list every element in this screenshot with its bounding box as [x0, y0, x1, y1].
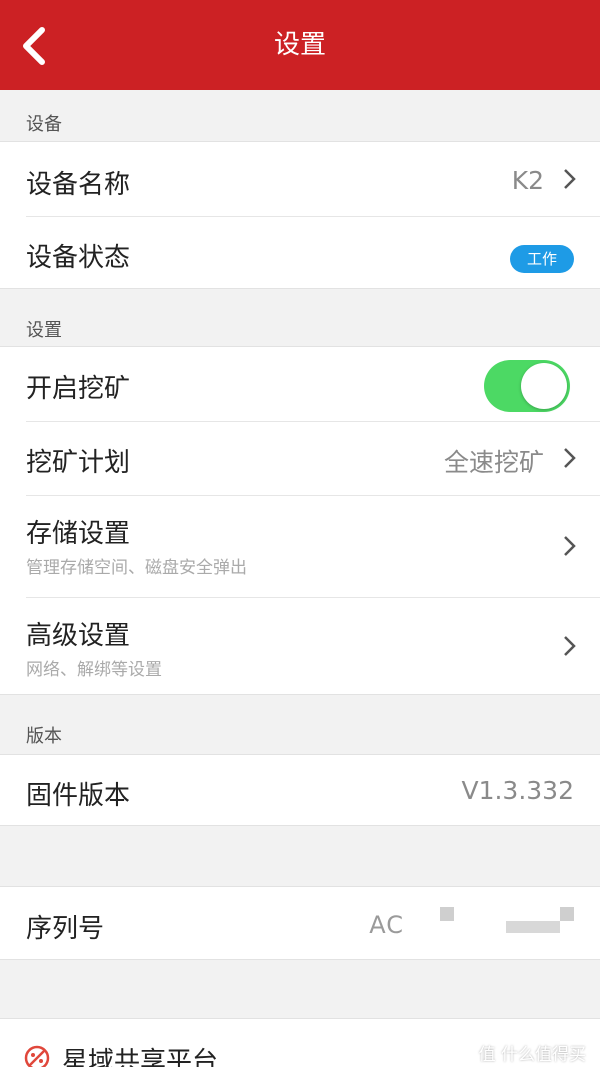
- storage-settings-subtitle: 管理存储空间、磁盘安全弹出: [26, 558, 247, 578]
- firmware-value: V1.3.332: [461, 776, 574, 805]
- device-status-row: 设备状态 工作: [0, 216, 600, 288]
- section-label-device: 设备: [26, 114, 62, 135]
- advanced-settings-title: 高级设置: [26, 621, 131, 651]
- advanced-settings-row[interactable]: 高级设置 网络、解绑等设置: [0, 597, 600, 695]
- status-badge: 工作: [510, 245, 574, 273]
- redaction-mark: [440, 907, 454, 921]
- chevron-right-icon: [564, 636, 576, 656]
- device-name-title: 设备名称: [26, 170, 131, 200]
- storage-settings-title: 存储设置: [26, 519, 131, 549]
- mining-plan-title: 挖矿计划: [26, 448, 131, 478]
- chevron-right-icon: [564, 536, 576, 556]
- shared-platform-icon: [24, 1045, 50, 1067]
- device-status-title: 设备状态: [26, 243, 131, 273]
- section-label-settings: 设置: [26, 320, 62, 341]
- device-group: 设备名称 K2 设备状态 工作: [0, 141, 600, 289]
- chevron-right-icon: [564, 169, 576, 189]
- serial-group: 序列号 AC: [0, 886, 600, 960]
- firmware-group: 固件版本 V1.3.332: [0, 754, 600, 826]
- redaction-mark: [560, 907, 574, 921]
- firmware-title: 固件版本: [26, 781, 131, 811]
- page-title: 设置: [273, 30, 326, 60]
- device-name-value: K2: [511, 166, 544, 195]
- chevron-right-icon: [564, 448, 576, 468]
- firmware-row: 固件版本 V1.3.332: [0, 755, 600, 827]
- advanced-settings-subtitle: 网络、解绑等设置: [26, 660, 162, 680]
- section-label-version: 版本: [26, 726, 62, 747]
- mining-plan-value: 全速挖矿: [443, 448, 544, 477]
- storage-settings-row[interactable]: 存储设置 管理存储空间、磁盘安全弹出: [0, 495, 600, 597]
- watermark: 值 什么值得买: [478, 1045, 586, 1065]
- mining-title: 开启挖矿: [26, 374, 131, 404]
- mining-plan-row[interactable]: 挖矿计划 全速挖矿: [0, 421, 600, 495]
- serial-title: 序列号: [26, 914, 105, 944]
- settings-group: 开启挖矿 挖矿计划 全速挖矿 存储设置 管理存储空间、磁盘安全弹出 高级设置 网…: [0, 346, 600, 695]
- serial-row: 序列号 AC: [0, 887, 600, 961]
- toggle-knob: [521, 363, 567, 409]
- mining-toggle[interactable]: [484, 360, 570, 412]
- redaction-mark: [506, 921, 560, 933]
- mining-row: 开启挖矿: [0, 347, 600, 421]
- device-name-row[interactable]: 设备名称 K2: [0, 142, 600, 216]
- serial-value: AC: [369, 911, 404, 939]
- shared-platform-label: 星域共享平台: [62, 1047, 219, 1067]
- top-bar: 设置: [0, 0, 600, 90]
